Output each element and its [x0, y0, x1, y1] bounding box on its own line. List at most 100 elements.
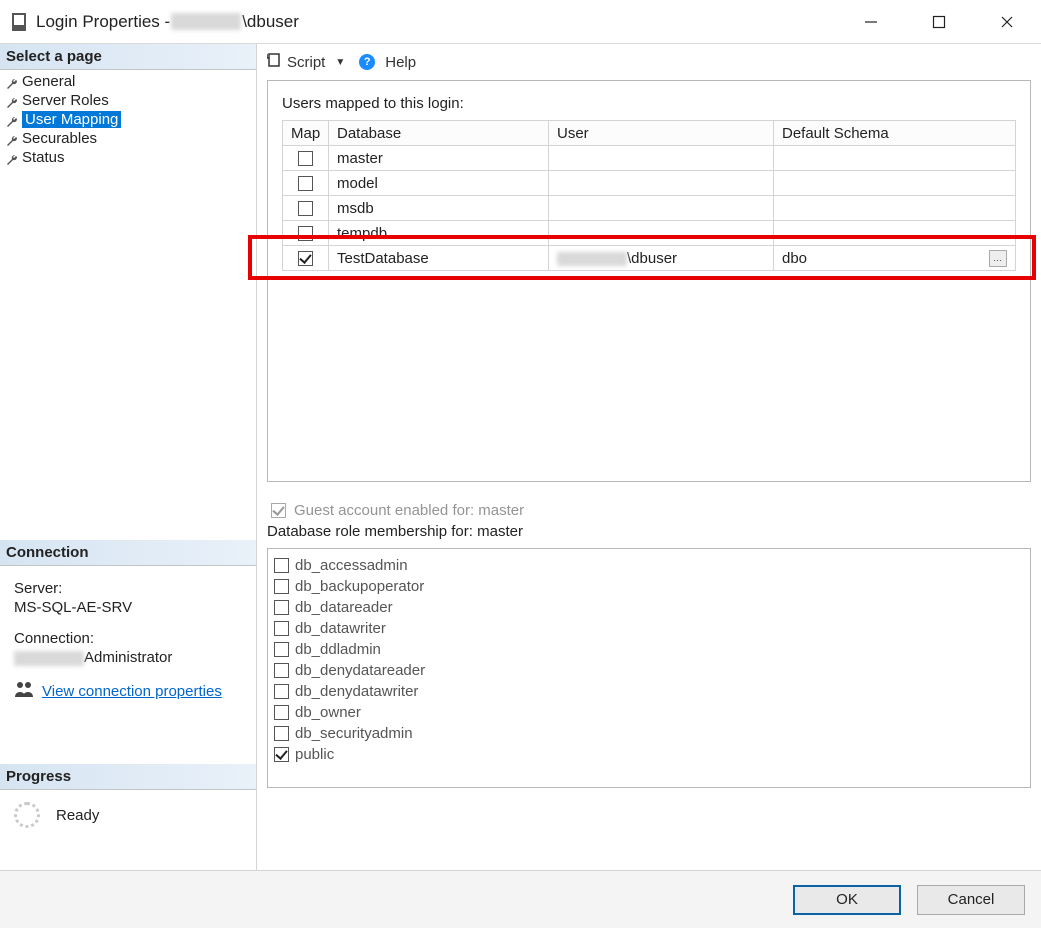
table-row[interactable]: msdb: [283, 196, 1016, 221]
cell-database[interactable]: model: [329, 171, 549, 196]
role-item[interactable]: db_owner: [274, 702, 1024, 723]
cell-schema[interactable]: [774, 171, 1016, 196]
script-button[interactable]: Script: [287, 54, 325, 71]
cell-database[interactable]: master: [329, 146, 549, 171]
help-button[interactable]: Help: [385, 54, 416, 71]
button-bar: OK Cancel: [0, 870, 1041, 928]
progress-body: Ready: [0, 790, 256, 840]
role-item[interactable]: db_datareader: [274, 597, 1024, 618]
role-checkbox[interactable]: [274, 600, 289, 615]
wrench-icon: [6, 134, 16, 144]
ok-button[interactable]: OK: [793, 885, 901, 915]
col-map[interactable]: Map: [283, 121, 329, 146]
role-item[interactable]: db_accessadmin: [274, 555, 1024, 576]
sidebar-item-label: Securables: [22, 130, 97, 147]
cell-user[interactable]: [549, 171, 774, 196]
schema-browse-button[interactable]: …: [989, 250, 1007, 267]
connection-value: Administrator: [14, 649, 246, 666]
sidebar: Select a page GeneralServer Roles User Ma…: [0, 44, 256, 870]
connection-value-redacted: [14, 651, 84, 666]
role-label: db_accessadmin: [295, 557, 408, 574]
minimize-button[interactable]: [837, 0, 905, 43]
sidebar-item-securables[interactable]: Securables: [0, 129, 256, 148]
role-item[interactable]: db_securityadmin: [274, 723, 1024, 744]
role-item[interactable]: public: [274, 744, 1024, 765]
progress-header: Progress: [0, 764, 256, 790]
map-checkbox[interactable]: [298, 151, 313, 166]
role-checkbox[interactable]: [274, 705, 289, 720]
sidebar-item-user-mapping[interactable]: User Mapping: [0, 110, 256, 129]
role-label: db_backupoperator: [295, 578, 424, 595]
cell-database[interactable]: TestDatabase: [329, 246, 549, 271]
table-row[interactable]: master: [283, 146, 1016, 171]
table-header-row: Map Database User Default Schema: [283, 121, 1016, 146]
cell-user[interactable]: [549, 196, 774, 221]
table-row[interactable]: model: [283, 171, 1016, 196]
sidebar-item-server-roles[interactable]: Server Roles: [0, 91, 256, 110]
connection-header: Connection: [0, 540, 256, 566]
maximize-button[interactable]: [905, 0, 973, 43]
col-user[interactable]: User: [549, 121, 774, 146]
cell-user[interactable]: \dbuser: [549, 246, 774, 271]
cell-database[interactable]: tempdb: [329, 221, 549, 246]
cell-schema[interactable]: dbo…: [774, 246, 1016, 271]
role-label: db_datawriter: [295, 620, 386, 637]
guest-row: Guest account enabled for: master: [257, 494, 1041, 523]
close-button[interactable]: [973, 0, 1041, 43]
map-checkbox[interactable]: [298, 201, 313, 216]
cell-schema[interactable]: [774, 221, 1016, 246]
role-item[interactable]: db_ddladmin: [274, 639, 1024, 660]
col-database[interactable]: Database: [329, 121, 549, 146]
sidebar-item-label: Status: [22, 149, 65, 166]
role-checkbox[interactable]: [274, 558, 289, 573]
role-checkbox[interactable]: [274, 642, 289, 657]
role-item[interactable]: db_backupoperator: [274, 576, 1024, 597]
role-checkbox[interactable]: [274, 621, 289, 636]
map-checkbox[interactable]: [298, 176, 313, 191]
window-title-suffix: \dbuser: [242, 12, 299, 32]
role-item[interactable]: db_datawriter: [274, 618, 1024, 639]
role-checkbox[interactable]: [274, 579, 289, 594]
col-schema[interactable]: Default Schema: [774, 121, 1016, 146]
help-icon: ?: [359, 54, 375, 70]
sidebar-item-label: Server Roles: [22, 92, 109, 109]
role-label: public: [295, 746, 334, 763]
user-redacted: [557, 252, 627, 266]
view-connection-properties-link[interactable]: View connection properties: [42, 683, 222, 700]
page-list: GeneralServer Roles User Mapping Securable…: [0, 70, 256, 177]
cell-user[interactable]: [549, 146, 774, 171]
roles-panel: Database role membership for: master db_…: [267, 523, 1031, 793]
map-checkbox[interactable]: [298, 251, 313, 266]
cancel-button[interactable]: Cancel: [917, 885, 1025, 915]
window-icon: [12, 13, 26, 31]
connection-label: Connection:: [14, 630, 246, 647]
role-checkbox[interactable]: [274, 747, 289, 762]
content: Script ▼ ? Help Users mapped to this log…: [256, 44, 1041, 870]
cell-user[interactable]: [549, 221, 774, 246]
cell-schema[interactable]: [774, 146, 1016, 171]
role-item[interactable]: db_denydatawriter: [274, 681, 1024, 702]
script-icon: [267, 53, 281, 71]
toolbar: Script ▼ ? Help: [257, 44, 1041, 80]
table-row[interactable]: tempdb: [283, 221, 1016, 246]
role-item[interactable]: db_denydatareader: [274, 660, 1024, 681]
window-controls: [837, 0, 1041, 43]
sidebar-item-status[interactable]: Status: [0, 148, 256, 167]
map-checkbox[interactable]: [298, 226, 313, 241]
table-row[interactable]: TestDatabase\dbuserdbo…: [283, 246, 1016, 271]
sidebar-item-general[interactable]: General: [0, 72, 256, 91]
guest-checkbox: [271, 503, 286, 518]
sidebar-item-label: User Mapping: [22, 111, 121, 128]
role-checkbox[interactable]: [274, 663, 289, 678]
server-label: Server:: [14, 580, 246, 597]
progress-status: Ready: [56, 807, 99, 824]
role-checkbox[interactable]: [274, 726, 289, 741]
role-checkbox[interactable]: [274, 684, 289, 699]
mapping-table: Map Database User Default Schema masterm…: [282, 120, 1016, 271]
role-label: db_securityadmin: [295, 725, 413, 742]
cell-database[interactable]: msdb: [329, 196, 549, 221]
cell-schema[interactable]: [774, 196, 1016, 221]
roles-label: Database role membership for: master: [267, 523, 1031, 540]
script-dropdown-icon[interactable]: ▼: [335, 57, 345, 68]
select-page-header: Select a page: [0, 44, 256, 70]
